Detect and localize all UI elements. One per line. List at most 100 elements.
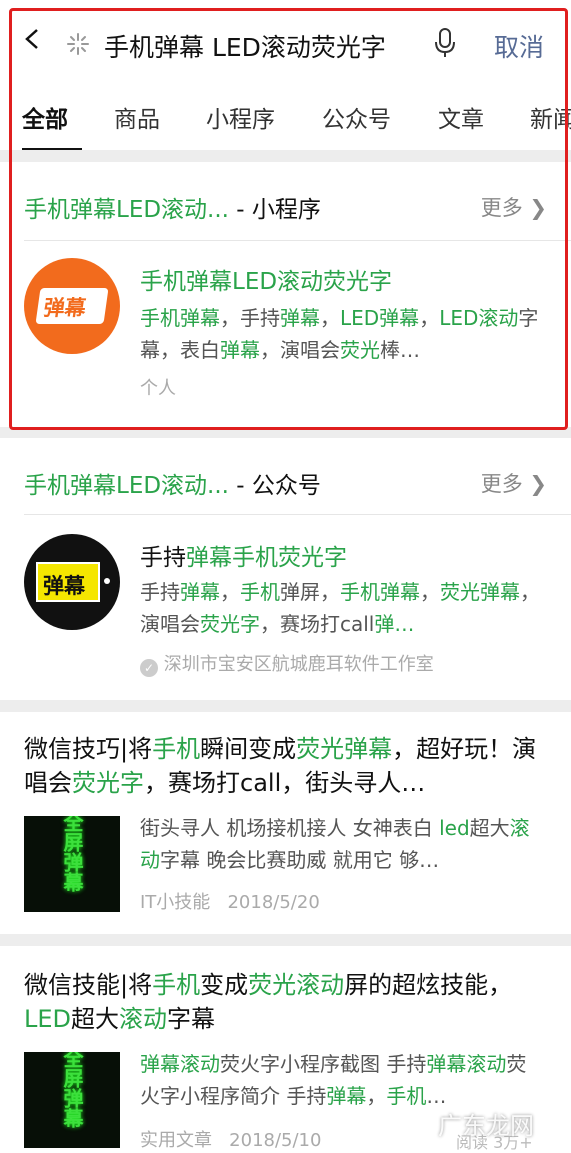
article-meta: 实用文章 2018/5/10: [140, 1126, 321, 1152]
avatar-dot: [104, 578, 110, 584]
miniprogram-section: 手机弹幕LED滚动... - 小程序 更多 ❯ 弹幕 手机弹幕LED滚动荧光字 …: [0, 162, 571, 427]
article-thumbnail[interactable]: 全屏弹幕: [24, 1052, 120, 1148]
desc-text: ，赛场打call: [260, 612, 375, 636]
article-meta: IT小技能 2018/5/20: [140, 888, 320, 914]
desc-text: 荧火字小程序截图 手持: [220, 1052, 427, 1076]
title-text: 手持: [140, 545, 186, 571]
title-text: 微信技能|将: [24, 971, 153, 999]
title-text: 微信技巧|将: [24, 735, 153, 763]
article-card[interactable]: 微信技巧|将手机瞬间变成荧光弹幕，超好玩！演唱会荧光字，赛场打call，街头寻人…: [0, 712, 571, 934]
section-query-name: 手机弹幕LED滚动...: [24, 197, 229, 223]
article-source: IT小技能: [140, 892, 211, 913]
official-account-title[interactable]: 手持弹幕手机荧光字: [140, 538, 347, 572]
desc-text: ，: [220, 580, 240, 604]
back-arrow-icon[interactable]: [22, 28, 44, 50]
tab-products[interactable]: 商品: [114, 100, 160, 134]
more-label: 更多: [480, 472, 523, 496]
verified-icon: ✓: [140, 659, 158, 677]
desc-text: 超大: [469, 816, 510, 840]
title-text: 超大: [71, 1005, 120, 1033]
desc-highlight: 手机: [240, 580, 280, 604]
article-title[interactable]: 微信技巧|将手机瞬间变成荧光弹幕，超好玩！演唱会荧光字，赛场打call，街头寻人…: [24, 732, 544, 800]
desc-highlight: led: [439, 816, 470, 840]
article-thumbnail[interactable]: 全屏弹幕: [24, 816, 120, 912]
section-header[interactable]: 手机弹幕LED滚动... - 小程序: [24, 190, 321, 224]
more-link[interactable]: 更多 ❯: [481, 192, 547, 222]
title-highlight: 荧光字: [72, 769, 144, 797]
desc-highlight: 弹幕滚动: [140, 1052, 220, 1076]
title-highlight: 弹幕手机荧光字: [186, 545, 347, 571]
article-summary: 弹幕滚动荧火字小程序截图 手持弹幕滚动荧火字小程序简介 手持弹幕，手机…: [140, 1048, 545, 1112]
article-date: 2018/5/10: [229, 1130, 322, 1151]
official-account-avatar[interactable]: 弹幕: [24, 534, 120, 630]
desc-highlight: 弹幕: [220, 338, 260, 362]
title-highlight: 手机: [152, 971, 201, 999]
site-watermark: 广东龙网: [438, 1112, 534, 1140]
logo-text: 弹幕: [42, 296, 88, 320]
title-highlight: 滚动: [119, 1005, 168, 1033]
desc-highlight: 荧光字: [200, 612, 260, 636]
desc-text: 棒…: [380, 338, 420, 362]
microphone-icon[interactable]: [434, 28, 456, 58]
avatar-text: 弹幕: [43, 574, 85, 598]
desc-text: ，: [420, 580, 440, 604]
miniprogram-logo[interactable]: 弹幕: [24, 258, 120, 354]
miniprogram-title[interactable]: 手机弹幕LED滚动荧光字: [140, 262, 392, 296]
search-bar: 手机弹幕 LED滚动荧光字 取消: [0, 0, 571, 78]
desc-highlight: 弹幕: [180, 580, 220, 604]
more-label: 更多: [480, 196, 523, 220]
owner-name: 深圳市宝安区航城鹿耳软件工作室: [163, 654, 434, 675]
title-text: 瞬间变成: [200, 735, 297, 763]
tab-news[interactable]: 新闻: [530, 100, 571, 134]
title-highlight: 荧光弹幕: [296, 735, 393, 763]
desc-text: ，: [320, 306, 340, 330]
section-type-label: - 小程序: [229, 197, 321, 223]
desc-highlight: 手机弹幕: [340, 580, 420, 604]
official-account-owner: ✓ 深圳市宝安区航城鹿耳软件工作室: [140, 650, 434, 677]
desc-highlight: 荧光弹幕: [440, 580, 520, 604]
desc-highlight: 弹…: [374, 612, 415, 636]
avatar-badge: 弹幕: [36, 562, 100, 602]
miniprogram-owner-type: 个人: [140, 378, 176, 399]
desc-highlight: LED滚动: [439, 306, 519, 330]
title-text: 屏的超炫技能，: [344, 971, 513, 999]
desc-text: 弹屏，: [280, 580, 340, 604]
search-sparkle-icon: [67, 33, 89, 55]
more-link[interactable]: 更多 ❯: [481, 468, 547, 498]
article-source: 实用文章: [140, 1130, 212, 1151]
desc-highlight: 弹幕滚动: [426, 1052, 507, 1076]
section-query-name: 手机弹幕LED滚动...: [24, 473, 229, 499]
tab-official-accounts[interactable]: 公众号: [322, 100, 391, 134]
thumbnail-text: 全屏弹幕: [60, 816, 84, 892]
desc-text: ，: [419, 306, 440, 330]
chevron-right-icon: ❯: [529, 472, 547, 496]
title-text: ，赛场打call，街头寻人…: [144, 769, 426, 797]
desc-highlight: 手机: [386, 1084, 427, 1108]
title-text: 字幕: [167, 1005, 216, 1033]
cancel-button[interactable]: 取消: [494, 28, 544, 64]
tab-all[interactable]: 全部: [22, 100, 68, 134]
article-summary: 街头寻人 机场接机接人 女神表白 led超大滚动字幕 晚会比赛助威 就用它 够…: [140, 812, 545, 876]
title-highlight: 荧光滚动: [248, 971, 345, 999]
desc-highlight: LED弹幕: [340, 306, 420, 330]
logo-badge: 弹幕: [35, 288, 109, 324]
title-highlight: 手机: [152, 735, 201, 763]
divider: [24, 240, 571, 241]
active-tab-indicator: [22, 148, 82, 150]
tab-mini-programs[interactable]: 小程序: [206, 100, 275, 134]
desc-highlight: 手机弹幕: [140, 306, 220, 330]
divider: [24, 514, 571, 515]
section-header[interactable]: 手机弹幕LED滚动... - 公众号: [24, 466, 321, 500]
desc-text: …: [426, 1084, 447, 1108]
article-title[interactable]: 微信技能|将手机变成荧光滚动屏的超炫技能， LED超大滚动字幕: [24, 968, 544, 1036]
desc-text: ，演唱会: [260, 338, 340, 362]
desc-highlight: 弹幕: [326, 1084, 367, 1108]
chevron-right-icon: ❯: [529, 196, 547, 220]
desc-text: 字幕 晚会比赛助威 就用它 够…: [160, 848, 440, 872]
desc-text: 街头寻人 机场接机接人 女神表白: [140, 816, 440, 840]
desc-highlight: 荧光: [340, 338, 380, 362]
thumbnail-text: 全屏弹幕: [60, 1052, 84, 1128]
tab-articles[interactable]: 文章: [438, 100, 484, 134]
search-input[interactable]: 手机弹幕 LED滚动荧光字: [104, 28, 386, 64]
title-highlight: LED: [24, 1005, 72, 1033]
